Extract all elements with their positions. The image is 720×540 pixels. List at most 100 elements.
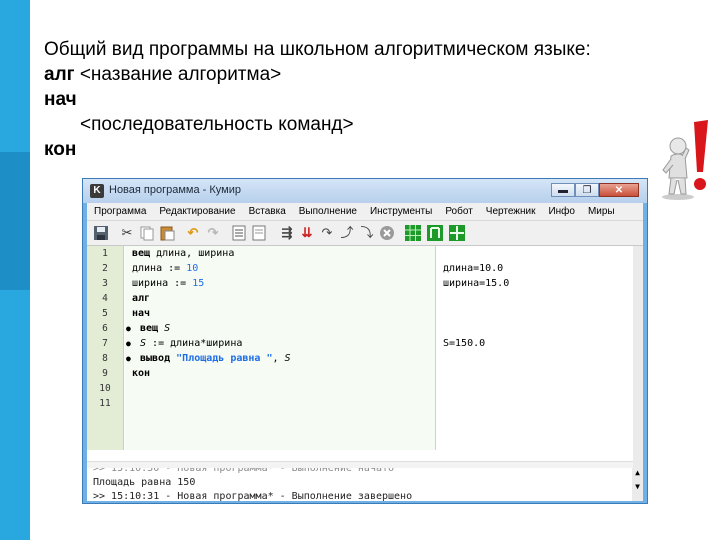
alg-line: алг <название алгоритма> [44,62,591,87]
panel-divider[interactable] [435,246,436,450]
window-controls: ▬ ❐ ✕ [551,183,639,199]
uncomment-icon[interactable] [251,225,267,241]
menu-bar: Программа Редактирование Вставка Выполне… [87,203,643,220]
keyword: вывод [140,353,171,364]
code-editor[interactable]: вещ длина, ширина длина := 10 ширина := … [125,246,435,450]
copy-icon[interactable] [139,225,155,241]
code-line[interactable]: ● вывод "Площадь равна ", S [125,351,435,366]
code-text: длина := [132,263,187,274]
code-line[interactable]: длина := 10 [125,261,435,276]
result-line [437,306,633,321]
keyword: нач [132,308,151,319]
code-line[interactable] [125,396,435,411]
minimize-button[interactable]: ▬ [551,183,575,197]
grid-icon[interactable] [405,225,421,241]
close-button[interactable]: ✕ [599,183,639,197]
code-text: := длина*ширина [146,338,243,349]
indent-marker-icon: ● [126,339,131,348]
slide-text: Общий вид программы на школьном алгоритм… [44,37,591,162]
window-title: Новая программа - Кумир [109,184,241,196]
code-line[interactable]: вещ длина, ширина [125,246,435,261]
keyword: вещ [132,248,151,259]
result-line: длина=10.0 [443,263,504,274]
thinking-figure-icon [662,120,708,200]
code-line[interactable] [125,381,435,396]
undo-icon[interactable]: ↶ [185,225,201,241]
line-number: 7 [102,338,108,349]
code-line[interactable]: ● S := длина*ширина [125,336,435,351]
menu-tools[interactable]: Инструменты [363,206,438,217]
nach-line: нач [44,87,591,112]
line-number: 9 [102,368,108,379]
stop-icon[interactable] [379,225,395,241]
menu-program[interactable]: Программа [87,206,152,217]
paste-icon[interactable] [159,225,175,241]
kon-line: кон [44,137,591,162]
indent-marker-icon: ● [126,354,131,363]
slide-sidebar [0,0,30,540]
menu-robot[interactable]: Робот [438,206,478,217]
code-text: ширина := [132,278,193,289]
toolbar: ✂ ↶ ↷ ⇶ ⇊ ↷ ⤴ ⤵ [87,220,643,246]
line-number: 1 [102,248,108,259]
alg-name-placeholder: <название алгоритма> [74,64,282,85]
step-out-icon[interactable]: ⤴ [339,225,355,241]
kumir-logo-icon: K [90,184,104,198]
line-number: 5 [102,308,108,319]
maximize-button[interactable]: ❐ [575,183,599,197]
editor-vertical-scrollbar[interactable] [633,246,643,468]
code-line[interactable]: ● вещ S [125,321,435,336]
step-icon[interactable]: ⇊ [299,225,315,241]
line-number: 8 [102,353,108,364]
drawer-icon[interactable] [449,225,465,241]
line-number: 3 [102,278,108,289]
number-literal: 10 [186,263,199,274]
result-line: ширина=15.0 [443,278,510,289]
console-scrollbar[interactable]: ▲ ▼ [632,468,643,501]
step-into-icon[interactable]: ↷ [319,225,335,241]
alg-keyword: алг [44,64,75,85]
editor-area[interactable]: 1 2 3 4 5 6 7 8 9 10 11 вещ длина, ширин… [87,246,643,468]
menu-insert[interactable]: Вставка [242,206,292,217]
code-line[interactable]: кон [125,366,435,381]
keyword: алг [132,293,151,304]
menu-worlds[interactable]: Миры [581,206,621,217]
code-line[interactable]: ширина := 15 [125,276,435,291]
menu-run[interactable]: Выполнение [292,206,363,217]
menu-edit[interactable]: Редактирование [152,206,241,217]
run-icon[interactable]: ⇶ [279,225,295,241]
result-line: S=150.0 [443,338,486,349]
console-output-line: Площадь равна 150 [93,477,196,488]
number-literal: 15 [192,278,205,289]
code-line[interactable]: нач [125,306,435,321]
intro-text: Общий вид программы на школьном алгоритм… [44,39,591,60]
variable: S [164,323,171,334]
line-number: 10 [99,383,111,394]
title-bar[interactable]: K Новая программа - Кумир ▬ ❐ ✕ [83,179,647,203]
keyword: кон [132,368,151,379]
cut-icon[interactable]: ✂ [119,225,135,241]
save-icon[interactable] [93,225,109,241]
redo-icon[interactable]: ↷ [205,225,221,241]
comment-icon[interactable] [231,225,247,241]
result-line [437,246,633,261]
robot-icon[interactable] [427,225,443,241]
editor-horizontal-scrollbar[interactable] [87,461,633,468]
nach-keyword: нач [44,89,77,110]
code-line[interactable]: алг [125,291,435,306]
line-number: 11 [99,398,111,409]
scroll-up-icon[interactable]: ▲ [632,468,643,477]
code-text: , [272,353,285,364]
menu-drawer[interactable]: Чертежник [479,206,542,217]
step-back-icon[interactable]: ⤵ [359,225,375,241]
output-console[interactable]: >> 15:10:30 - Новая программа* - Выполне… [87,468,643,501]
body-line: <последовательность команд> [80,114,354,135]
line-number-gutter: 1 2 3 4 5 6 7 8 9 10 11 [87,246,124,450]
result-line [437,321,633,336]
sidebar-accent [0,152,30,290]
code-text: длина, ширина [150,248,235,259]
scroll-down-icon[interactable]: ▼ [632,482,643,491]
menu-info[interactable]: Инфо [541,206,581,217]
line-number: 2 [102,263,108,274]
line-number: 4 [102,293,108,304]
